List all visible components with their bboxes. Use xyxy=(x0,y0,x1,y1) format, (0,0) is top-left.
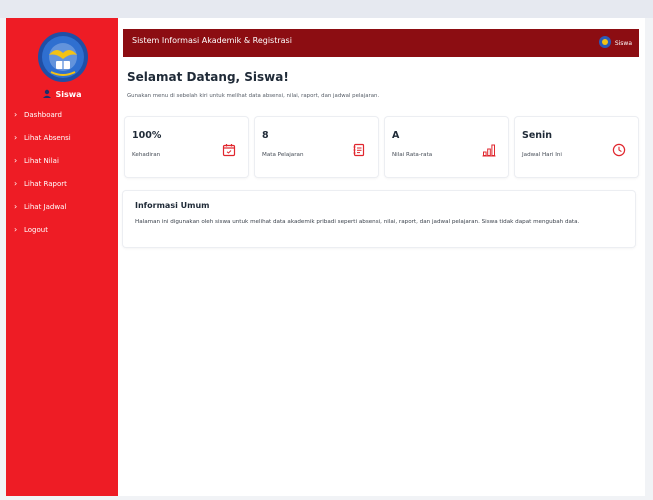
chevron-right-icon: › xyxy=(14,156,18,165)
sidebar-item-lihat-raport[interactable]: › Lihat Raport xyxy=(6,176,118,199)
stat-value: 100% xyxy=(132,130,162,141)
sidebar-menu: › Dashboard › Lihat Absensi › Lihat Nilai ›… xyxy=(6,107,118,245)
sidebar-item-label: Lihat Jadwal xyxy=(24,203,67,211)
chevron-right-icon: › xyxy=(14,202,18,211)
stat-card-mata-pelajaran: 8 Mata Pelajaran xyxy=(255,117,378,177)
book-list-icon xyxy=(352,142,366,157)
sidebar-brand-label: Siswa xyxy=(55,90,82,99)
sidebar-item-label: Dashboard xyxy=(24,111,62,119)
info-title: Informasi Umum xyxy=(135,201,210,210)
calendar-check-icon xyxy=(222,142,236,157)
main-content: Sistem Informasi Akademik & Registrasi S… xyxy=(118,18,645,496)
sidebar-brand: Siswa xyxy=(6,89,118,99)
clock-icon xyxy=(612,142,626,157)
chevron-right-icon: › xyxy=(14,179,18,188)
info-body: Halaman ini digunakan oleh siswa untuk m… xyxy=(135,219,580,225)
sidebar-item-label: Logout xyxy=(24,226,48,234)
stat-card-nilai-rata-rata: A Nilai Rata-rata xyxy=(385,117,508,177)
chevron-right-icon: › xyxy=(14,225,18,234)
top-header: Sistem Informasi Akademik & Registrasi S… xyxy=(123,29,639,57)
sidebar-item-lihat-jadwal[interactable]: › Lihat Jadwal xyxy=(6,199,118,222)
sidebar-item-lihat-nilai[interactable]: › Lihat Nilai xyxy=(6,153,118,176)
top-strip xyxy=(0,0,653,18)
sidebar-item-dashboard[interactable]: › Dashboard xyxy=(6,107,118,130)
app-title: Sistem Informasi Akademik & Registrasi xyxy=(132,36,292,45)
page-subtitle: Gunakan menu di sebelah kiri untuk melih… xyxy=(127,93,380,99)
stat-value: Senin xyxy=(522,130,553,141)
sidebar: Siswa › Dashboard › Lihat Absensi › Lihat N… xyxy=(6,18,118,496)
stat-label: Nilai Rata-rata xyxy=(392,152,433,158)
user-name: Siswa xyxy=(614,40,632,47)
info-panel: Informasi Umum Halaman ini digunakan ole… xyxy=(123,191,635,247)
user-menu[interactable]: Siswa xyxy=(598,36,632,48)
stat-card-jadwal-hari-ini: Senin Jadwal Hari Ini xyxy=(515,117,638,177)
sidebar-item-label: Lihat Raport xyxy=(24,180,67,188)
user-avatar-icon xyxy=(598,36,611,48)
page-title: Selamat Datang, Siswa! xyxy=(127,70,289,84)
stat-label: Mata Pelajaran xyxy=(262,152,304,158)
bar-chart-icon xyxy=(482,142,496,157)
stat-value: 8 xyxy=(262,130,269,141)
sidebar-item-label: Lihat Absensi xyxy=(24,134,71,142)
chevron-right-icon: › xyxy=(14,133,18,142)
stat-card-kehadiran: 100% Kehadiran xyxy=(125,117,248,177)
user-icon xyxy=(42,89,52,98)
stat-label: Jadwal Hari Ini xyxy=(522,152,562,158)
stat-label: Kehadiran xyxy=(132,152,161,158)
tut-wuri-handayani-logo xyxy=(37,31,89,83)
chevron-right-icon: › xyxy=(14,110,18,119)
sidebar-item-lihat-absensi[interactable]: › Lihat Absensi xyxy=(6,130,118,153)
sidebar-item-logout[interactable]: › Logout xyxy=(6,222,118,245)
stat-value: A xyxy=(392,130,400,141)
sidebar-item-label: Lihat Nilai xyxy=(24,157,59,165)
